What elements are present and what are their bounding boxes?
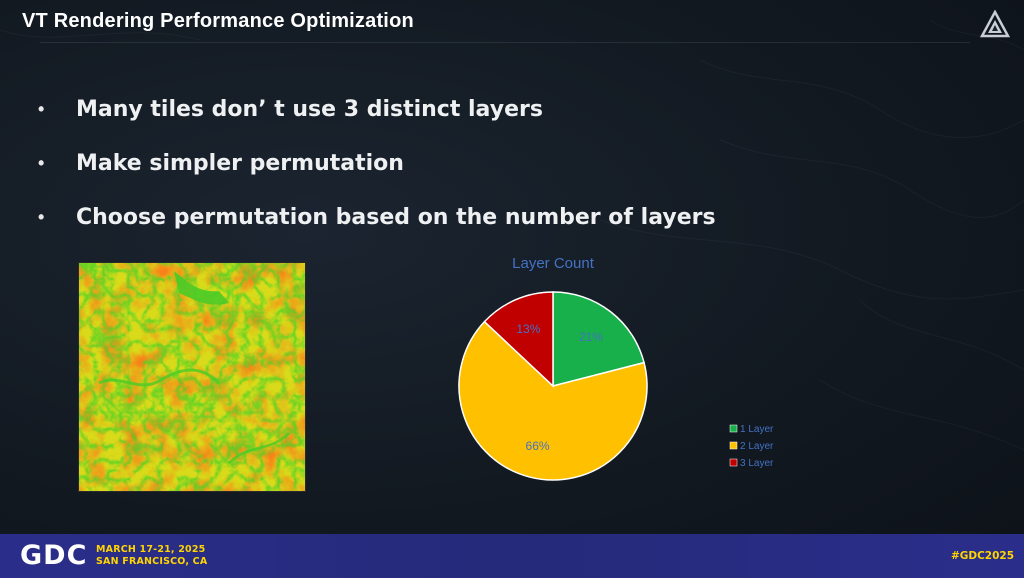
chart-title: Layer Count — [512, 255, 595, 272]
layer-heatmap-image — [78, 262, 306, 492]
bullet-item: • Many tiles don’ t use 3 distinct layer… — [38, 82, 716, 136]
layer-count-pie-chart: Layer Count 21% 66% 13% 1 Layer 2 Layer 3 La… — [458, 255, 774, 481]
legend-swatch — [729, 458, 738, 467]
pie-data-label: 13% — [516, 322, 540, 336]
event-location-line: SAN FRANCISCO, CA — [96, 556, 208, 567]
footer-bar: GDC MARCH 17-21, 2025 SAN FRANCISCO, CA … — [0, 534, 1024, 578]
bullet-marker: • — [38, 206, 45, 227]
pie-data-label: 66% — [526, 439, 550, 453]
title-divider — [40, 42, 970, 43]
legend-label: 3 Layer — [740, 458, 774, 469]
slide-title: VT Rendering Performance Optimization — [22, 10, 414, 32]
bullet-list: • Many tiles don’ t use 3 distinct layer… — [38, 82, 716, 244]
triangle-logo-icon — [980, 10, 1010, 38]
bullet-text: Make simpler permutation — [76, 150, 404, 176]
event-dates: MARCH 17-21, 2025 SAN FRANCISCO, CA — [96, 544, 207, 568]
legend-swatch — [729, 441, 738, 450]
event-hashtag: #GDC2025 — [950, 550, 1014, 562]
bullet-item: • Choose permutation based on the number… — [38, 190, 716, 244]
bullet-marker: • — [38, 98, 45, 119]
gdc-logo: GDC — [20, 540, 88, 571]
pie-data-label: 21% — [579, 330, 603, 344]
bullet-text: Choose permutation based on the number o… — [76, 204, 716, 230]
legend-label: 1 Layer — [740, 424, 774, 435]
bullet-marker: • — [38, 152, 45, 173]
legend-label: 2 Layer — [740, 441, 774, 452]
event-dates-line: MARCH 17-21, 2025 — [96, 544, 206, 555]
bullet-text: Many tiles don’ t use 3 distinct layers — [76, 96, 543, 122]
bullet-item: • Make simpler permutation — [38, 136, 716, 190]
legend-swatch — [729, 424, 738, 433]
